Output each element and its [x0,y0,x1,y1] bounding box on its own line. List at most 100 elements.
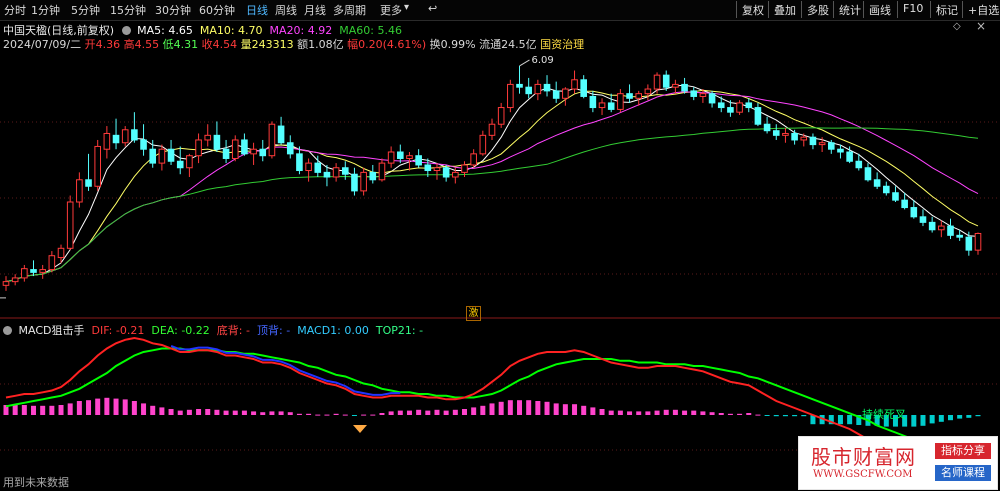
candle [94,145,101,187]
candle [167,148,175,162]
macd-bar [755,414,761,416]
candle [30,269,37,273]
macd-bar [40,405,46,415]
candle [727,107,734,113]
candle [938,225,945,231]
macd-bar [920,415,926,426]
macd-bar [141,403,147,415]
candle [827,142,835,150]
candle [928,221,936,231]
candle [772,130,780,136]
candle [736,102,743,113]
macd-bar [581,405,587,415]
candle [286,142,294,155]
candle [644,88,652,95]
candle [617,93,624,110]
macd-bar [104,397,110,415]
candle [103,132,111,150]
macd-bar [526,400,532,415]
high-pointer [519,59,530,67]
top21-label: TOP21: - [375,324,424,337]
macd-bar [232,410,238,415]
macd-bar [333,413,339,415]
macd-bar [351,415,357,416]
top-div-label: 顶背: - [257,324,291,337]
settings-icon[interactable] [3,326,12,335]
candle [259,148,267,157]
macd-bar [159,407,165,415]
candle [121,129,129,144]
macd-bar [122,399,128,415]
macd-bar [709,412,715,415]
candle [598,102,606,109]
macd-bar [938,415,944,422]
candle [855,160,863,169]
macd-bar [12,405,18,415]
macd-bar [251,411,257,415]
macd-bar [837,415,843,425]
candle [296,153,303,172]
macd-bar [324,414,330,416]
macd-bar [461,409,467,415]
candle [919,216,927,223]
macd-bar [975,415,981,417]
candle [607,102,615,110]
sell-note: 持续死叉 [862,408,906,421]
macd-bar [214,409,220,415]
candle [415,155,422,166]
candle [112,134,120,144]
macd-bar [727,413,733,415]
macd-bar [489,403,495,415]
macd-bar [590,407,596,415]
candle [873,179,881,187]
candle [479,134,487,155]
candle [341,167,349,175]
candle [672,83,679,88]
macd-bar [296,413,302,415]
candle [534,83,542,95]
marker-box[interactable]: 激 [466,306,481,321]
macd-bar [278,411,284,415]
candle [809,136,817,146]
kline-chart[interactable]: 6.094.46 [0,0,1000,491]
indicator-name[interactable]: MACD狙击手 [19,324,85,337]
bottom-div-label: 底背: - [216,324,250,337]
candle [800,136,808,141]
macd-bar [608,410,614,415]
macd-bar [617,410,623,415]
macd-bar [773,415,779,417]
candle [552,90,560,99]
macd-bar [572,404,578,415]
candle [754,107,762,125]
candle [250,148,257,155]
macd-bar [397,410,403,415]
macd-bar [691,410,697,415]
candle [580,79,587,97]
macd-bar [782,415,788,417]
candle [406,155,413,159]
macd-bar [654,410,660,415]
macd-bar [388,411,394,415]
candle [543,83,551,92]
macd-bar [911,415,917,427]
candle [149,148,157,164]
macd-bar [718,413,724,415]
candle [305,162,312,172]
macd-bar [471,407,477,415]
macd-bar [416,409,422,415]
candle [589,95,597,109]
candle [837,148,844,153]
macd-bar [269,411,275,415]
dea-label: DEA: -0.22 [151,324,210,337]
candle [965,236,973,251]
high-price-label: 6.09 [532,55,554,66]
candle [369,171,377,181]
candle [277,125,285,144]
candle [516,83,523,88]
candle [378,162,386,181]
candle [360,171,367,192]
macd-bar [205,409,211,415]
macd-bar [177,410,183,415]
candle [323,171,331,178]
macd-bar [196,409,202,415]
